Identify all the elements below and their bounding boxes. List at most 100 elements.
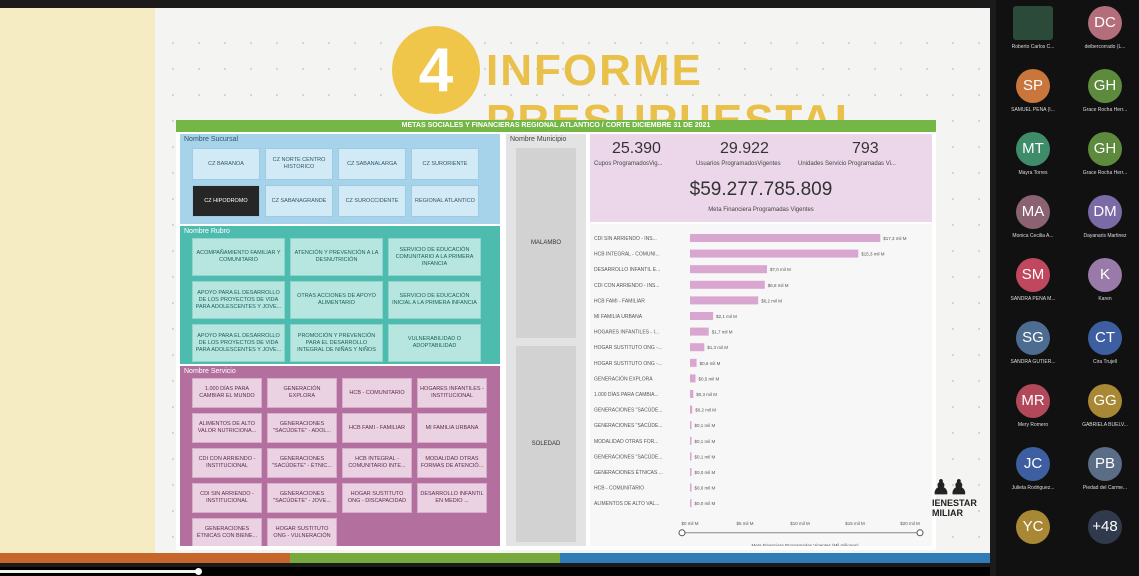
participant-tile[interactable]: MR Mery Romero xyxy=(998,384,1068,428)
participant-tile[interactable]: K Karen xyxy=(1070,258,1139,302)
sucursal-tile[interactable]: CZ NORTE CENTRO HISTORICO xyxy=(265,148,333,180)
bar-category-label: HOGARES INFANTILES - I... xyxy=(594,330,659,336)
participant-tile[interactable]: DM Dayanaris Martinez xyxy=(1070,195,1139,239)
servicio-tile[interactable]: 1.000 DÍAS PARA CAMBIAR EL MUNDO xyxy=(192,378,262,408)
bar-category-label: GENERACIONES "SACÚDE... xyxy=(594,422,662,429)
participant-avatar: SP xyxy=(1016,69,1050,103)
video-progress-bar[interactable] xyxy=(0,567,990,576)
participant-avatar: PB xyxy=(1088,447,1122,481)
participant-tile[interactable]: YC xyxy=(998,510,1068,548)
participant-tile[interactable]: GH Grace Rocha Herr... xyxy=(1070,132,1139,176)
servicio-tile[interactable]: CDI SIN ARRIENDO - INSTITUCIONAL xyxy=(192,483,262,513)
bar-value-label: $6,8 mil M xyxy=(768,283,789,288)
servicio-tile[interactable]: MI FAMILIA URBANA xyxy=(417,413,487,443)
range-slider-max-handle xyxy=(916,529,924,537)
participant-tile[interactable]: SM SANDRA PEÑA M... xyxy=(998,258,1068,302)
servicio-tile[interactable]: HOGAR SUSTITUTO ONG - DISCAPACIDAD xyxy=(342,483,412,513)
rubro-tile[interactable]: SERVICIO DE EDUCACIÓN INICIAL A LA PRIME… xyxy=(388,281,481,319)
participant-tile[interactable]: MA Monica Cecilia A... xyxy=(998,195,1068,239)
participant-tile[interactable]: PB Piedad del Carme... xyxy=(1070,447,1139,491)
participant-avatar: MR xyxy=(1016,384,1050,418)
servicio-tile[interactable]: GENERACIONES ÉTNICAS CON BIENE... xyxy=(192,518,262,546)
participant-avatar: GH xyxy=(1088,69,1122,103)
participant-name: Dayanaris Martinez xyxy=(1083,233,1127,239)
sucursal-tile[interactable]: CZ SABANALARGA xyxy=(338,148,406,180)
participant-name: GABRIELA BUELV... xyxy=(1082,422,1128,428)
servicio-tile[interactable]: HCB FAMI - FAMILIAR xyxy=(342,413,412,443)
participant-tile[interactable]: CT Cira Trujell xyxy=(1070,321,1139,365)
servicio-tile[interactable]: GENERACIONES "SACÚDETE" - ADOL... xyxy=(267,413,337,443)
servicio-tile[interactable]: ALIMENTOS DE ALTO VALOR NUTRICIONA... xyxy=(192,413,262,443)
participant-avatar: MA xyxy=(1016,195,1050,229)
sucursal-tile[interactable]: CZ SURORIENTE xyxy=(411,148,479,180)
rubro-tile[interactable]: OTRAS ACCIONES DE APOYO ALIMENTARIO xyxy=(290,281,383,319)
rubro-tile[interactable]: APOYO PARA EL DESARROLLO DE LOS PROYECTO… xyxy=(192,281,285,319)
participant-tile[interactable]: SP SAMUEL PEÑA (I... xyxy=(998,69,1068,113)
participant-name: Karen xyxy=(1098,296,1112,302)
participant-name: Grace Rocha Herr... xyxy=(1082,107,1128,113)
servicio-tile[interactable]: GENERACIÓN EXPLORA xyxy=(267,378,337,408)
servicio-tile[interactable]: GENERACIONES "SACÚDETE" - ÉTNIC... xyxy=(267,448,337,478)
bar-value-label: $15,3 mil M xyxy=(861,252,885,257)
participant-avatar: YC xyxy=(1016,510,1050,544)
municipio-slicer-label: Nombre Municipio xyxy=(510,136,567,143)
rubro-tile[interactable]: VULNERABILIDAD O ADOPTABILIDAD xyxy=(388,324,481,362)
bar-value-label: $1,3 mil M xyxy=(707,345,728,350)
slide-number: 4 xyxy=(392,26,480,114)
participant-tile[interactable]: SG SANDRA GUTIER... xyxy=(998,321,1068,365)
report-header: METAS SOCIALES Y FINANCIERAS REGIONAL AT… xyxy=(176,120,936,132)
bar-value-label: $0,0 mil M xyxy=(695,501,716,506)
bar-category-label: GENERACIONES "SACÚDE... xyxy=(594,407,662,414)
participant-tile[interactable]: GH Grace Rocha Herr... xyxy=(1070,69,1139,113)
kpi-unidades-value: 793 xyxy=(852,140,879,157)
slide-footer-band xyxy=(0,553,990,563)
kpi-usuarios-value: 29.922 xyxy=(720,140,769,157)
participant-tile[interactable]: GG GABRIELA BUELV... xyxy=(1070,384,1139,428)
rubro-tile[interactable]: PROMOCIÓN Y PREVENCIÓN PARA EL DESARROLL… xyxy=(290,324,383,362)
bar xyxy=(690,468,692,476)
rubro-tile[interactable]: ACOMPAÑAMIENTO FAMILIAR Y COMUNITARIO xyxy=(192,238,285,276)
participant-tile[interactable]: DC deibercorrado (L... xyxy=(1070,6,1139,50)
municipio-item-soledad[interactable]: SOLEDAD xyxy=(516,346,576,542)
servicio-tile[interactable]: HCB INTEGRAL - COMUNITARIO INTE... xyxy=(342,448,412,478)
participant-tile[interactable]: +48 xyxy=(1070,510,1139,548)
participant-name: Monica Cecilia A... xyxy=(1012,233,1054,239)
bar-value-label: $0,2 mil M xyxy=(695,408,716,413)
rubro-tile[interactable]: APOYO PARA EL DESARROLLO DE LOS PROYECTO… xyxy=(192,324,285,362)
participant-avatar: GH xyxy=(1088,132,1122,166)
municipio-item-malambo[interactable]: MALAMBO xyxy=(516,148,576,338)
sucursal-tile[interactable]: CZ SUROCCIDENTE xyxy=(338,185,406,217)
sucursal-tile[interactable]: CZ BARANOA xyxy=(192,148,260,180)
participant-avatar: MT xyxy=(1016,132,1050,166)
rubro-tile[interactable]: SERVICIO DE EDUCACIÓN COMUNITARIO A LA P… xyxy=(388,238,481,276)
participant-name: Mery Romero xyxy=(1017,422,1049,428)
participant-tile[interactable]: MT Mayra Torres xyxy=(998,132,1068,176)
bar-category-label: GENERACIONES "SACÚDE... xyxy=(594,453,662,460)
bar xyxy=(690,358,697,367)
kpi-cupos-label: Cupos ProgramadosVig... xyxy=(594,161,663,167)
servicio-tile[interactable]: HCB - COMUNITARIO xyxy=(342,378,412,408)
participant-tile[interactable]: Roberto Carlos C... xyxy=(998,6,1068,50)
servicio-tile[interactable]: HOGARES INFANTILES - INSTITUCIONAL xyxy=(417,378,487,408)
video-progress-fill xyxy=(0,570,198,573)
sucursal-tile[interactable]: REGIONAL ATLANTICO xyxy=(411,185,479,217)
rubro-tile[interactable]: ATENCIÓN Y PREVENCIÓN A LA DESNUTRICIÓN xyxy=(290,238,383,276)
servicio-tile[interactable]: MODALIDAD OTRAS FORMAS DE ATENCIÓ... xyxy=(417,448,487,478)
kpi-panel: 25.390 Cupos ProgramadosVig... 29.922 Us… xyxy=(590,134,932,222)
servicio-tile[interactable]: CDI CON ARRIENDO - INSTITUCIONAL xyxy=(192,448,262,478)
bar xyxy=(690,312,714,320)
bar xyxy=(690,249,859,258)
participant-name: SAMUEL PEÑA (I... xyxy=(1011,107,1055,113)
participant-name: SANDRA GUTIER... xyxy=(1010,359,1056,365)
servicio-tile[interactable]: GENERACIONES "SACÚDETE" - JOVE... xyxy=(267,483,337,513)
servicio-tile[interactable]: DESARROLLO INFANTIL EN MEDIO ... xyxy=(417,483,487,513)
participants-panel: Roberto Carlos C... DC deibercorrado (L...… xyxy=(996,0,1139,576)
sucursal-tile[interactable]: CZ HIPODROMO xyxy=(192,185,260,217)
servicio-tile[interactable]: HOGAR SUSTITUTO ONG - VULNERACIÓN xyxy=(267,518,337,546)
participant-avatar: CT xyxy=(1088,321,1122,355)
kpi-cupos-value: 25.390 xyxy=(612,140,661,157)
sucursal-tile[interactable]: CZ SABANAGRANDE xyxy=(265,185,333,217)
video-progress-thumb[interactable] xyxy=(195,568,202,575)
participant-tile[interactable]: JC Julieta Rodriguez... xyxy=(998,447,1068,491)
bar xyxy=(690,234,881,242)
